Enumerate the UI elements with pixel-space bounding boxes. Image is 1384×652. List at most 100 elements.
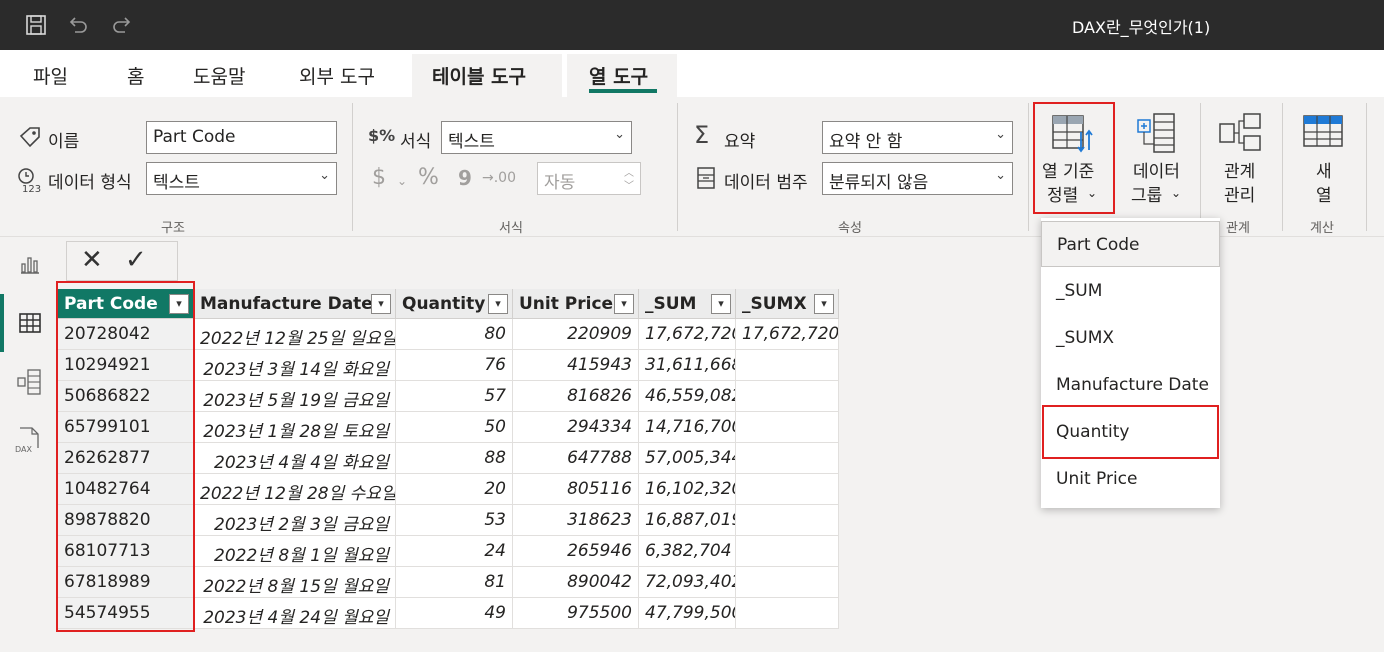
filter-dropdown-icon[interactable]: ▾ [814,294,834,314]
decimal-places-stepper[interactable]: 자동 ︿ ﹀ [537,162,641,195]
tab-file[interactable]: 파일 [33,62,68,89]
cell-quantity[interactable]: 81 [396,567,513,598]
filter-dropdown-icon[interactable]: ▾ [488,294,508,314]
cell-manufacture-date[interactable]: 2022년 8월 1일 월요일 [194,536,396,567]
cell-sum[interactable]: 14,716,700 [639,412,736,443]
filter-dropdown-icon[interactable]: ▾ [371,294,391,314]
tab-help[interactable]: 도움말 [193,62,245,89]
menu-item-unit-price[interactable]: Unit Price [1041,456,1220,502]
format-select[interactable]: 텍스트 ⌄ [441,121,632,154]
sort-by-column-button[interactable]: 열 기준 정렬 ⌄ [1035,104,1113,212]
stepper-down-icon[interactable]: ﹀ [624,177,634,192]
undo-icon[interactable] [66,13,90,37]
cell-unit-price[interactable]: 647788 [513,443,639,474]
cell-sumx[interactable] [736,598,839,629]
column-header-label: _SUM [645,294,697,314]
cell-manufacture-date[interactable]: 2022년 12월 28일 수요일 [194,474,396,505]
cell-sumx[interactable] [736,350,839,381]
cell-manufacture-date[interactable]: 2023년 4월 24일 월요일 [194,598,396,629]
cell-sum[interactable]: 57,005,344 [639,443,736,474]
cell-sumx[interactable] [736,474,839,505]
cell-manufacture-date[interactable]: 2023년 1월 28일 토요일 [194,412,396,443]
tab-home[interactable]: 홈 [127,62,144,89]
new-column-label-2: 열 [1316,186,1332,206]
column-header-quantity[interactable]: Quantity ▾ [396,289,513,319]
cell-quantity[interactable]: 49 [396,598,513,629]
cell-manufacture-date[interactable]: 2023년 2월 3일 금요일 [194,505,396,536]
sort-by-column-label-2: 정렬 [1047,186,1079,206]
name-input[interactable]: Part Code [146,121,337,154]
model-view-icon[interactable] [16,368,44,400]
cell-unit-price[interactable]: 294334 [513,412,639,443]
cell-manufacture-date[interactable]: 2023년 5월 19일 금요일 [194,381,396,412]
menu-item-part-code[interactable]: Part Code [1041,221,1220,267]
cell-sum[interactable]: 72,093,402 [639,567,736,598]
cell-sum[interactable]: 17,672,720 [639,319,736,350]
cell-quantity[interactable]: 24 [396,536,513,567]
datatype-select[interactable]: 텍스트 ⌄ [146,162,337,195]
cell-sumx[interactable]: 17,672,720 [736,319,839,350]
cell-sum[interactable]: 47,799,500 [639,598,736,629]
new-column-icon [1302,114,1344,154]
tab-external-tools[interactable]: 외부 도구 [299,62,375,89]
summary-select[interactable]: 요약 안 함 ⌄ [822,121,1013,154]
report-view-icon[interactable] [18,252,42,280]
filter-dropdown-icon[interactable]: ▾ [614,294,634,314]
percent-icon[interactable]: % [418,167,439,189]
menu-item-sum[interactable]: _SUM [1041,268,1220,314]
cell-manufacture-date[interactable]: 2023년 3월 14일 화요일 [194,350,396,381]
cell-manufacture-date[interactable]: 2023년 4월 4일 화요일 [194,443,396,474]
cell-quantity[interactable]: 53 [396,505,513,536]
column-header-sumx[interactable]: _SUMX ▾ [736,289,839,319]
cell-unit-price[interactable]: 805116 [513,474,639,505]
tab-table-tools[interactable]: 테이블 도구 [432,62,526,89]
menu-item-manufacture-date[interactable]: Manufacture Date [1041,362,1220,408]
cell-sum[interactable]: 16,887,019 [639,505,736,536]
column-header-unit-price[interactable]: Unit Price ▾ [513,289,639,319]
cell-quantity[interactable]: 20 [396,474,513,505]
cell-manufacture-date[interactable]: 2022년 12월 25일 일요일 [194,319,396,350]
cell-sum[interactable]: 6,382,704 [639,536,736,567]
dax-query-view-icon[interactable]: DAX [14,426,42,458]
cell-sumx[interactable] [736,381,839,412]
cancel-formula-icon[interactable]: ✕ [81,245,103,275]
cell-unit-price[interactable]: 265946 [513,536,639,567]
manage-relationships-button[interactable]: 관계 관리 [1208,104,1274,212]
tab-column-tools[interactable]: 열 도구 [589,62,648,89]
new-column-button[interactable]: 새 열 [1290,104,1356,212]
cell-unit-price[interactable]: 220909 [513,319,639,350]
cell-quantity[interactable]: 50 [396,412,513,443]
cell-sum[interactable]: 16,102,320 [639,474,736,505]
cell-sumx[interactable] [736,412,839,443]
data-groups-button[interactable]: 데이터 그룹 ⌄ [1124,104,1192,212]
cell-quantity[interactable]: 80 [396,319,513,350]
cell-unit-price[interactable]: 415943 [513,350,639,381]
cell-sumx[interactable] [736,505,839,536]
commit-formula-icon[interactable]: ✓ [125,245,147,275]
filter-dropdown-icon[interactable]: ▾ [711,294,731,314]
cell-unit-price[interactable]: 975500 [513,598,639,629]
cell-sum[interactable]: 46,559,082 [639,381,736,412]
cell-quantity[interactable]: 88 [396,443,513,474]
save-icon[interactable] [24,13,48,37]
column-header-sum[interactable]: _SUM ▾ [639,289,736,319]
cell-manufacture-date[interactable]: 2022년 8월 15일 월요일 [194,567,396,598]
comma-icon[interactable]: 9 [458,167,472,189]
cell-quantity[interactable]: 57 [396,381,513,412]
cell-quantity[interactable]: 76 [396,350,513,381]
currency-icon[interactable]: $ [372,167,386,189]
cell-unit-price[interactable]: 816826 [513,381,639,412]
decimal-icon[interactable]: →.00 [482,167,516,189]
column-header-manufacture-date[interactable]: Manufacture Date ▾ [194,289,396,319]
data-view-icon[interactable] [18,311,42,339]
data-category-label: 데이터 범주 [724,173,808,193]
cell-unit-price[interactable]: 890042 [513,567,639,598]
cell-unit-price[interactable]: 318623 [513,505,639,536]
redo-icon[interactable] [110,13,134,37]
cell-sum[interactable]: 31,611,668 [639,350,736,381]
data-category-select[interactable]: 분류되지 않음 ⌄ [822,162,1013,195]
cell-sumx[interactable] [736,443,839,474]
cell-sumx[interactable] [736,567,839,598]
cell-sumx[interactable] [736,536,839,567]
menu-item-sumx[interactable]: _SUMX [1041,315,1220,361]
